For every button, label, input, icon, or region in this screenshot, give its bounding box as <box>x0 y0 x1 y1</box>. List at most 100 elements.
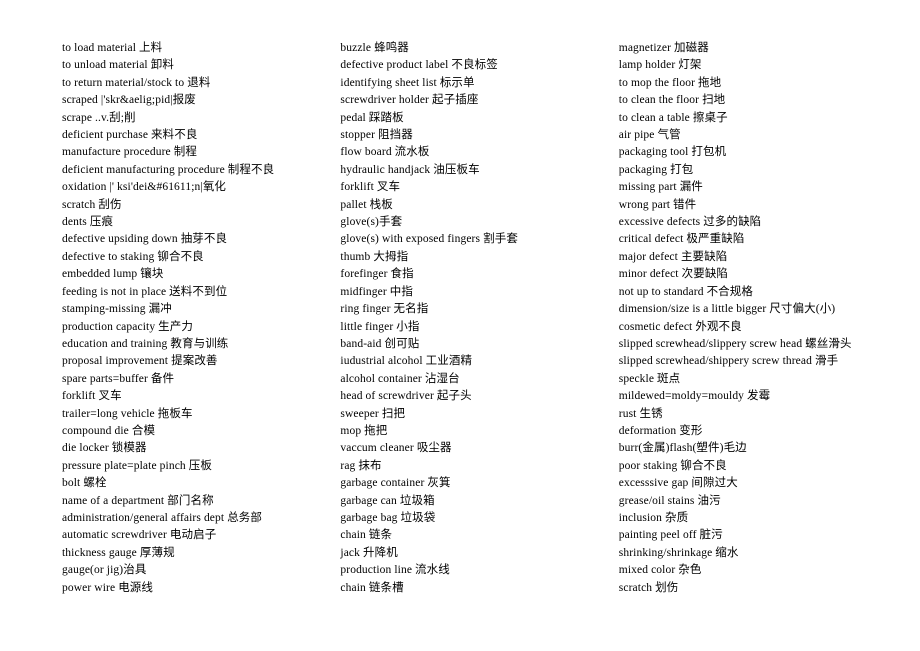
glossary-entry: jack 升降机 <box>340 546 398 559</box>
glossary-entry: to load material 上料 <box>62 42 163 54</box>
glossary-entry: deficient purchase 来料不良 <box>62 129 198 142</box>
glossary-entry: critical defect 极严重缺陷 <box>618 233 745 246</box>
glossary-entry: die locker 锁模器 <box>62 442 147 455</box>
glossary-entry: stamping-missing 漏冲 <box>62 303 172 316</box>
glossary-entry: education and training 教育与训练 <box>62 337 229 350</box>
glossary-column-2: buzzle 蜂鸣器 defective product label 不良标签 id… <box>335 40 613 597</box>
glossary-entry: garbage can 垃圾箱 <box>340 494 435 507</box>
glossary-entry: rag 抹布 <box>340 459 382 472</box>
glossary-entry: band-aid 创可贴 <box>340 337 420 350</box>
glossary-entry: head of screwdriver 起子头 <box>340 390 472 403</box>
glossary-entry: buzzle 蜂鸣器 <box>340 42 409 54</box>
glossary-entry: automatic screwdriver 电动启子 <box>62 529 217 542</box>
glossary-entry: screwdriver holder 起子插座 <box>340 94 479 107</box>
glossary-entry: midfinger 中指 <box>340 285 413 298</box>
glossary-entry: stopper 阻挡器 <box>340 129 413 142</box>
glossary-entry: iudustrial alcohol 工业酒精 <box>340 355 473 368</box>
glossary-entry: glove(s) with exposed fingers 割手套 <box>340 233 518 246</box>
glossary-entry: excessive defects 过多的缺陷 <box>618 216 762 229</box>
glossary-entry: mixed color 杂色 <box>618 564 702 577</box>
glossary-entry: poor staking 铆合不良 <box>618 459 727 472</box>
glossary-entry: defective to staking 铆合不良 <box>62 250 204 263</box>
glossary-entry: pedal 踩踏板 <box>340 111 404 124</box>
glossary-entry: forklift 叉车 <box>340 181 401 194</box>
glossary-entry: proposal improvement 提案改善 <box>62 355 218 368</box>
glossary-entry: embedded lump 镶块 <box>62 268 164 281</box>
glossary-column-1: to load material 上料 to unload material 卸料… <box>0 40 335 597</box>
glossary-entry: to unload material 卸料 <box>62 59 174 72</box>
glossary-entry: cosmetic defect 外观不良 <box>618 320 742 333</box>
glossary-entry: deformation 变形 <box>618 424 703 437</box>
glossary-entry: gauge(or jig)治具 <box>62 564 147 577</box>
glossary-entry: alcohol container 沾湿台 <box>340 372 460 385</box>
glossary-entry: flow board 流水板 <box>340 146 430 159</box>
glossary-entry: production capacity 生产力 <box>62 320 194 333</box>
glossary-entry: painting peel off 脏污 <box>618 529 723 542</box>
glossary-entry: name of a department 部门名称 <box>62 494 214 507</box>
glossary-entry: burr(金属)flash(塑件)毛边 <box>618 442 747 455</box>
glossary-entry: forefinger 食指 <box>340 268 414 281</box>
glossary-entry: bolt 螺栓 <box>62 477 107 490</box>
glossary-entry: administration/general affairs dept 总务部 <box>62 511 263 524</box>
glossary-entry: vaccum cleaner 吸尘器 <box>340 442 452 455</box>
glossary-entry: mop 拖把 <box>340 424 388 437</box>
glossary-entry: slipped screwhead/slippery screw head 螺丝… <box>618 337 852 350</box>
glossary-entry: chain 链条 <box>340 529 393 542</box>
glossary-entry: shrinking/shrinkage 缩水 <box>618 546 739 559</box>
glossary-entry: packaging tool 打包机 <box>618 146 727 159</box>
glossary-entry: scratch 刮伤 <box>62 198 122 211</box>
glossary-page: to load material 上料 to unload material 卸料… <box>0 0 920 651</box>
glossary-entry: to clean a table 擦桌子 <box>618 111 728 124</box>
glossary-entry: pallet 栈板 <box>340 198 393 211</box>
glossary-columns: to load material 上料 to unload material 卸料… <box>0 40 920 597</box>
glossary-entry: rust 生锈 <box>618 407 663 420</box>
glossary-entry: not up to standard 不合规格 <box>618 285 754 298</box>
glossary-entry: ring finger 无名指 <box>340 303 429 316</box>
glossary-entry: production line 流水线 <box>340 564 450 577</box>
glossary-entry: dents 压痕 <box>62 216 114 229</box>
glossary-entry: identifying sheet list 标示单 <box>340 76 475 89</box>
glossary-entry: scrape ..v.刮;削 <box>62 111 136 124</box>
glossary-entry: major defect 主要缺陷 <box>618 250 728 263</box>
glossary-entry: air pipe 气管 <box>618 129 681 142</box>
glossary-entry: wrong part 错件 <box>618 198 697 211</box>
glossary-entry: to return material/stock to 退料 <box>62 76 211 89</box>
glossary-entry: inclusion 杂质 <box>618 511 689 524</box>
glossary-entry: dimension/size is a little bigger 尺寸偏大(小… <box>618 303 836 316</box>
glossary-entry: lamp holder 灯架 <box>618 59 702 72</box>
glossary-column-3: magnetizer 加磁器 lamp holder 灯架 to mop the f… <box>614 40 920 597</box>
glossary-entry: excesssive gap 间隙过大 <box>618 477 738 490</box>
glossary-entry: grease/oil stains 油污 <box>618 494 721 507</box>
glossary-entry: pressure plate=plate pinch 压板 <box>62 459 213 472</box>
glossary-entry: slipped screwhead/shippery screw thread … <box>618 355 839 368</box>
glossary-entry: packaging 打包 <box>618 163 694 176</box>
glossary-entry: trailer=long vehicle 拖板车 <box>62 407 193 420</box>
glossary-entry: thickness gauge 厚薄规 <box>62 546 175 559</box>
glossary-entry: feeding is not in place 送料不到位 <box>62 285 228 298</box>
glossary-entry: hydraulic handjack 油压板车 <box>340 163 480 176</box>
glossary-entry: scratch 划伤 <box>618 581 679 594</box>
glossary-entry: manufacture procedure 制程 <box>62 146 197 159</box>
glossary-entry: deficient manufacturing procedure 制程不良 <box>62 163 275 176</box>
glossary-entry: defective product label 不良标签 <box>340 59 498 72</box>
glossary-entry: chain 链条槽 <box>340 581 404 594</box>
glossary-entry: scraped |'skr&aelig;pid|报废 <box>62 94 196 107</box>
glossary-entry: power wire 电源线 <box>62 581 154 594</box>
glossary-entry: mildewed=moldy=mouldy 发霉 <box>618 390 771 403</box>
glossary-entry: thumb 大拇指 <box>340 250 409 263</box>
glossary-entry: to mop the floor 拖地 <box>618 76 722 89</box>
glossary-entry: garbage bag 垃圾袋 <box>340 511 436 524</box>
glossary-entry: spare parts=buffer 备件 <box>62 372 175 385</box>
glossary-entry: glove(s)手套 <box>340 216 403 229</box>
glossary-entry: compound die 合模 <box>62 424 156 437</box>
glossary-entry: little finger 小指 <box>340 320 420 333</box>
glossary-entry: minor defect 次要缺陷 <box>618 268 729 281</box>
glossary-entry: speckle 斑点 <box>618 372 681 385</box>
glossary-entry: sweeper 扫把 <box>340 407 406 420</box>
glossary-entry: defective upsiding down 抽芽不良 <box>62 233 228 246</box>
glossary-entry: to clean the floor 扫地 <box>618 94 726 107</box>
glossary-entry: garbage container 灰箕 <box>340 477 451 490</box>
glossary-entry: forklift 叉车 <box>62 390 122 403</box>
glossary-entry: missing part 漏件 <box>618 181 703 194</box>
glossary-entry: oxidation |' ksi'dei&#61611;n|氧化 <box>62 181 227 194</box>
